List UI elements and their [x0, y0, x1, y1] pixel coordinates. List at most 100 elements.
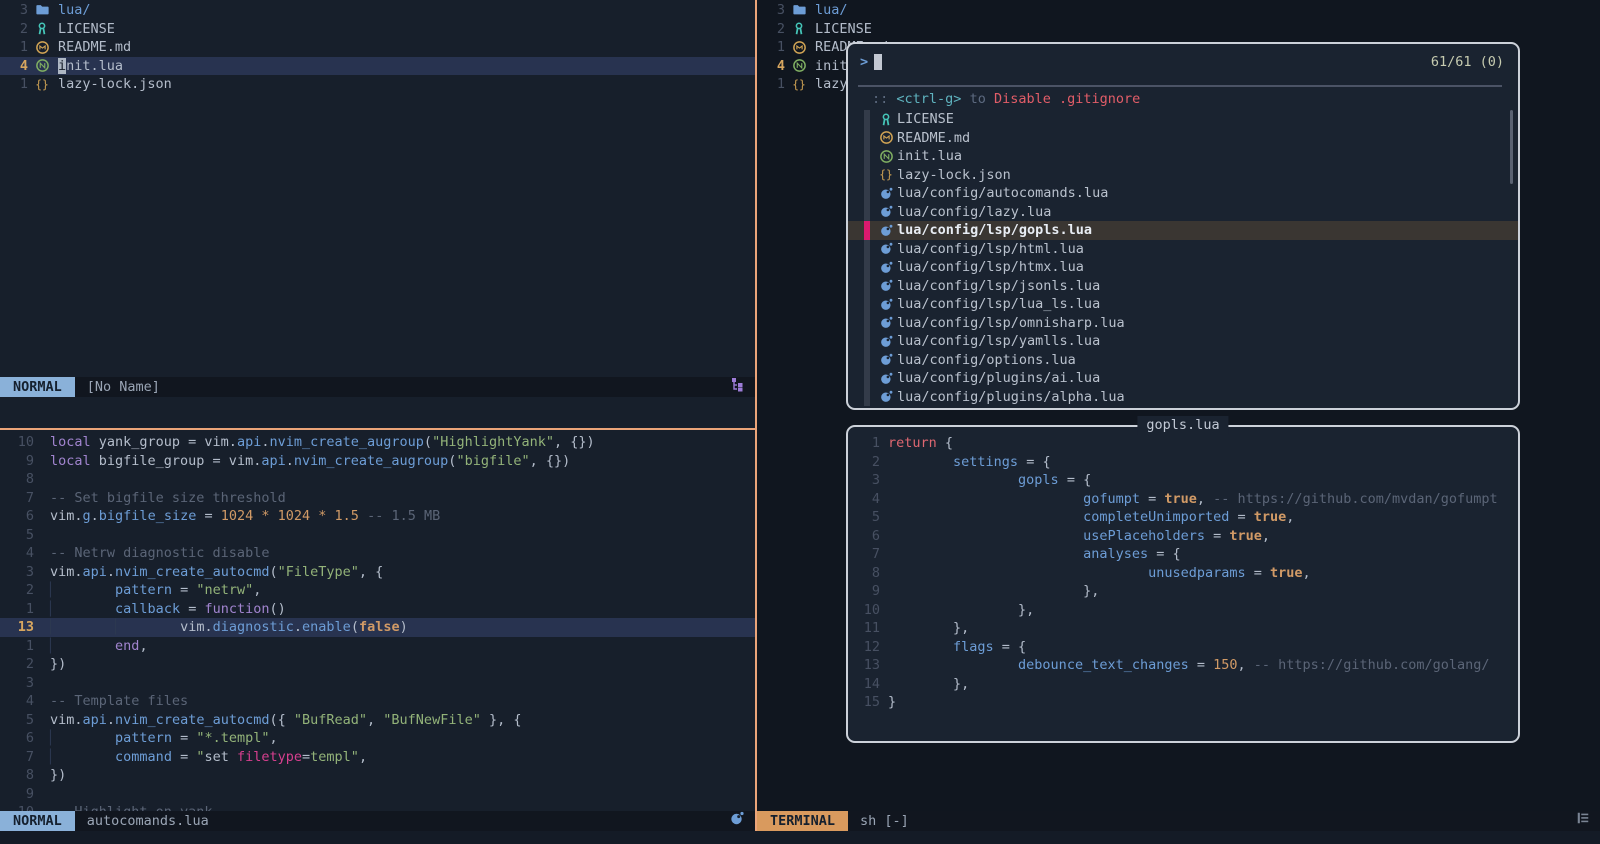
picker-item-lazy-lock-json[interactable]: {}lazy-lock.json	[848, 166, 1518, 185]
picker-item-license[interactable]: LICENSE	[848, 110, 1518, 129]
lua-file-icon	[878, 278, 894, 294]
code-line[interactable]: 1▏ callback = function()	[0, 600, 755, 619]
window-separator-horizontal[interactable]	[0, 428, 755, 430]
line-number: 1	[0, 38, 28, 57]
explorer-row-lua-[interactable]: 3lua/	[0, 1, 755, 20]
code-line[interactable]: 6▏ pattern = "*.templ",	[0, 729, 755, 748]
line-number: 4	[0, 57, 28, 76]
preview-code-line: 3 gopls = {	[848, 471, 1518, 490]
picker-item-lua-config-plugins-alpha-lua[interactable]: lua/config/plugins/alpha.lua	[848, 388, 1518, 407]
file-name: README.md	[897, 129, 970, 148]
explorer-row-lazy-lock-json[interactable]: 1{}lazy-lock.json	[0, 75, 755, 94]
picker-item-lua-config-lsp-gopls-lua[interactable]: lua/config/lsp/gopls.lua	[848, 221, 1518, 240]
explorer-row-license[interactable]: 2LICENSE	[757, 20, 1600, 39]
preview-code: 1return {2 settings = {3 gopls = {4 gofu…	[848, 434, 1518, 712]
line-number: 13	[848, 656, 880, 675]
code-line[interactable]: 8	[0, 470, 755, 489]
block-cursor: i	[58, 58, 66, 74]
line-number: 4	[0, 692, 34, 711]
code-line[interactable]: 6vim.g.bigfile_size = 1024 * 1024 * 1.5 …	[0, 507, 755, 526]
code-line[interactable]: 3	[0, 674, 755, 693]
lua-file-icon	[878, 222, 894, 238]
line-number: 2	[757, 20, 785, 39]
picker-item-lua-config-lazy-lua[interactable]: lua/config/lazy.lua	[848, 203, 1518, 222]
code-line[interactable]: 8})	[0, 766, 755, 785]
code-line[interactable]: 3vim.api.nvim_create_autocmd("FileType",…	[0, 563, 755, 582]
fuzzy-finder-popup[interactable]: > 61/61 (0) :: <ctrl-g> to Disable .giti…	[846, 42, 1520, 410]
nvim-file-icon	[34, 58, 50, 74]
preview-code-line: 8 unusedparams = true,	[848, 564, 1518, 583]
code-line[interactable]: 4-- Netrw diagnostic disable	[0, 544, 755, 563]
picker-item-lua-config-lsp-htmx-lua[interactable]: lua/config/lsp/htmx.lua	[848, 258, 1518, 277]
svg-text:{}: {}	[35, 78, 49, 91]
svg-text:{}: {}	[879, 169, 893, 182]
lua-file-icon	[878, 352, 894, 368]
code-line[interactable]: 5	[0, 526, 755, 545]
license-file-icon	[878, 111, 894, 127]
code-line[interactable]: 9	[0, 785, 755, 804]
lua-file-icon	[878, 259, 894, 275]
picker-item-lua-config-autocomands-lua[interactable]: lua/config/autocomands.lua	[848, 184, 1518, 203]
lua-file-icon	[878, 204, 894, 220]
file-name: lua/config/lsp/lua_ls.lua	[897, 295, 1100, 314]
line-number: 2	[0, 655, 34, 674]
line-number: 6	[0, 729, 34, 748]
code-line[interactable]: 1▏ end,	[0, 637, 755, 656]
line-number: 9	[848, 582, 880, 601]
command-line[interactable]	[0, 831, 1600, 844]
picker-prompt[interactable]: > 61/61 (0)	[848, 51, 1518, 73]
explorer-row-readme-md[interactable]: 1README.md	[0, 38, 755, 57]
tree-icon	[730, 377, 745, 398]
line-number: 1	[0, 637, 34, 656]
picker-item-lua-config-plugins-ai-lua[interactable]: lua/config/plugins/ai.lua	[848, 369, 1518, 388]
code-line[interactable]: 13▏ ▏ vim.diagnostic.enable(false)	[0, 618, 755, 637]
file-name: lua/config/plugins/alpha.lua	[897, 388, 1125, 407]
line-number: 3	[757, 1, 785, 20]
match-counter: 61/61 (0)	[1431, 53, 1504, 72]
picker-item-lua-config-lsp-jsonls-lua[interactable]: lua/config/lsp/jsonls.lua	[848, 277, 1518, 296]
code-line[interactable]: 4-- Template files	[0, 692, 755, 711]
picker-item-lua-config-lsp-lua-ls-lua[interactable]: lua/config/lsp/lua_ls.lua	[848, 295, 1518, 314]
file-explorer-left[interactable]: 3lua/2LICENSE1README.md4init.lua1{}lazy-…	[0, 0, 755, 378]
picker-results-list[interactable]: LICENSEREADME.mdinit.lua{}lazy-lock.json…	[848, 110, 1518, 406]
file-name: lua/config/lsp/yamlls.lua	[897, 332, 1100, 351]
file-name: lua/config/options.lua	[897, 351, 1076, 370]
json-file-icon: {}	[791, 76, 807, 92]
picker-item-init-lua[interactable]: init.lua	[848, 147, 1518, 166]
code-line[interactable]: 7-- Set bigfile size threshold	[0, 489, 755, 508]
window-separator-vertical[interactable]	[755, 0, 757, 831]
line-number: 10	[848, 601, 880, 620]
picker-item-readme-md[interactable]: README.md	[848, 129, 1518, 148]
file-name: lua/config/lazy.lua	[897, 203, 1051, 222]
license-file-icon	[791, 21, 807, 37]
preview-code-line: 4 gofumpt = true, -- https://github.com/…	[848, 490, 1518, 509]
text-cursor	[874, 54, 882, 70]
code-line[interactable]: 10local yank_group = vim.api.nvim_create…	[0, 433, 755, 452]
code-line[interactable]: 7▏ command = "set filetype=templ",	[0, 748, 755, 767]
lua-file-icon	[878, 333, 894, 349]
lua-file-icon	[878, 241, 894, 257]
picker-item-lua-config-lsp-yamlls-lua[interactable]: lua/config/lsp/yamlls.lua	[848, 332, 1518, 351]
explorer-row-lua-[interactable]: 3lua/	[757, 1, 1600, 20]
folder-file-icon	[34, 2, 50, 18]
line-number: 2	[0, 20, 28, 39]
explorer-row-license[interactable]: 2 LICENSE	[0, 20, 755, 39]
code-line[interactable]: 2▏ pattern = "netrw",	[0, 581, 755, 600]
explorer-row-init-lua[interactable]: 4init.lua	[0, 57, 755, 76]
code-editor-autocommands[interactable]: 10local yank_group = vim.api.nvim_create…	[0, 430, 755, 814]
json-file-icon: {}	[34, 76, 50, 92]
file-name: lazy-lock.json	[58, 75, 172, 94]
preview-code-line: 13 debounce_text_changes = 150, -- https…	[848, 656, 1518, 675]
code-line[interactable]: 9local bigfile_group = vim.api.nvim_crea…	[0, 452, 755, 471]
preview-title: gopls.lua	[1137, 416, 1228, 435]
picker-scrollbar[interactable]	[1510, 110, 1513, 184]
file-name: LICENSE	[58, 20, 115, 39]
code-line[interactable]: 5vim.api.nvim_create_autocmd({ "BufRead"…	[0, 711, 755, 730]
file-name: lua/config/lsp/gopls.lua	[897, 221, 1092, 240]
code-line[interactable]: 2})	[0, 655, 755, 674]
picker-item-lua-config-lsp-html-lua[interactable]: lua/config/lsp/html.lua	[848, 240, 1518, 259]
line-number: 7	[0, 489, 34, 508]
picker-item-lua-config-options-lua[interactable]: lua/config/options.lua	[848, 351, 1518, 370]
picker-item-lua-config-lsp-omnisharp-lua[interactable]: lua/config/lsp/omnisharp.lua	[848, 314, 1518, 333]
readme-file-icon	[34, 39, 50, 55]
